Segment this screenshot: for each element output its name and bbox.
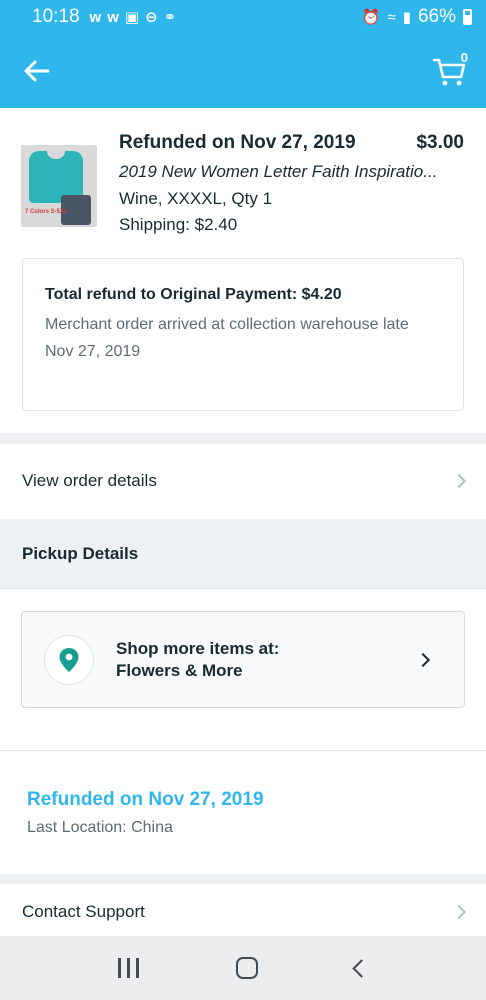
view-order-details-row[interactable]: View order details xyxy=(0,444,486,518)
back-button[interactable] xyxy=(20,54,54,88)
view-order-details-label: View order details xyxy=(22,471,157,490)
shop-more-label: Shop more items at: xyxy=(116,638,280,658)
system-nav-bar xyxy=(0,936,486,1000)
status-time: 10:18 xyxy=(32,6,80,27)
home-icon[interactable] xyxy=(235,957,258,979)
item-name: 2019 New Women Letter Faith Inspiratio..… xyxy=(119,162,438,181)
location-pin-badge xyxy=(44,634,94,685)
back-icon[interactable] xyxy=(351,958,371,978)
item-variant: Wine, XXXXL, Qty 1 xyxy=(119,189,273,208)
contact-support-label: Contact Support xyxy=(22,902,145,921)
wifi-icon: ≈ xyxy=(387,8,396,26)
thumbnail-tag: 7 Colors S-5XL xyxy=(25,209,68,215)
cart-button[interactable]: 0 xyxy=(430,50,470,90)
refund-card: Total refund to Original Payment: $4.20 … xyxy=(22,258,464,411)
refund-total: Total refund to Original Payment: $4.20 xyxy=(45,286,342,303)
tracking-status: Refunded on Nov 27, 2019 xyxy=(27,789,264,810)
wish-notification-icon: w xyxy=(107,8,119,26)
pickup-details-header: Pickup Details xyxy=(0,519,486,589)
contact-support-row[interactable]: Contact Support xyxy=(0,884,486,940)
battery-icon xyxy=(463,9,472,25)
product-thumbnail[interactable]: 7 Colors S-5XL xyxy=(21,145,97,227)
shop-name: Flowers & More xyxy=(116,660,243,680)
chevron-right-icon xyxy=(415,652,431,667)
key-icon: ⚭ xyxy=(163,9,177,26)
refund-reason: Merchant order arrived at collection war… xyxy=(45,316,409,333)
shop-more-text: Shop more items at: Flowers & More xyxy=(116,638,279,682)
section-separator xyxy=(0,433,486,444)
cart-count-badge: 0 xyxy=(460,50,468,65)
refund-date: Nov 27, 2019 xyxy=(45,343,141,360)
app-notification-icon: ▣ xyxy=(124,9,140,26)
system-icons: ⏰ ≈ ▮ 66% xyxy=(362,6,472,28)
notification-icons: w w ▣ ⊖ ⚭ xyxy=(89,8,177,27)
shop-more-card[interactable]: Shop more items at: Flowers & More xyxy=(21,611,465,708)
alarm-icon: ⏰ xyxy=(361,9,381,26)
order-item[interactable]: 7 Colors S-5XL Refunded on Nov 27, 2019 … xyxy=(0,108,486,258)
item-shipping: Shipping: $2.40 xyxy=(119,215,238,234)
dnd-icon: ⊖ xyxy=(145,9,158,26)
divider xyxy=(0,750,486,751)
chevron-right-icon xyxy=(451,904,467,920)
item-price: $3.00 xyxy=(416,132,464,153)
wish-notification-icon: w xyxy=(89,8,102,26)
section-separator xyxy=(0,874,486,884)
item-refund-status: Refunded on Nov 27, 2019 xyxy=(119,132,356,153)
recent-apps-icon[interactable] xyxy=(118,958,140,978)
location-pin-icon xyxy=(59,647,79,672)
chevron-right-icon xyxy=(451,473,467,489)
signal-icon: ▮ xyxy=(402,9,411,26)
arrow-left-icon xyxy=(24,60,50,82)
status-bar: 10:18 w w ▣ ⊖ ⚭ ⏰ ≈ ▮ 66% xyxy=(0,0,486,34)
app-bar: 0 xyxy=(0,34,486,108)
battery-percent: 66% xyxy=(417,6,456,27)
tracking-location: Last Location: China xyxy=(27,819,173,836)
pickup-details-title: Pickup Details xyxy=(22,543,139,563)
